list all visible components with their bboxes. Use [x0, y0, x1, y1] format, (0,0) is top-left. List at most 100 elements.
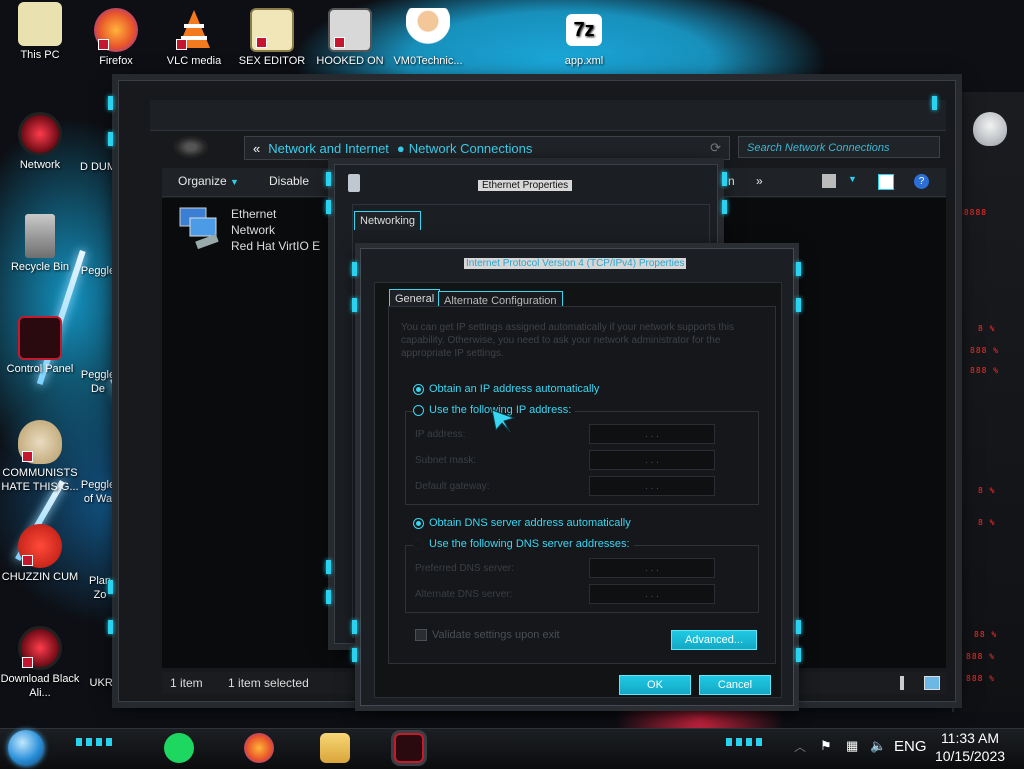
gadget-readout: 888 % — [970, 366, 1000, 375]
ipv4-description: You can get IP settings assigned automat… — [401, 322, 734, 359]
ipv4-dialog-title: Internet Protocol Version 4 (TCP/IPv4) P… — [464, 258, 687, 269]
refresh-icon[interactable]: ⟳ — [710, 140, 721, 156]
desktop-icon-label: SEX EDITOR — [238, 55, 306, 67]
desktop-icon-hooked-on[interactable]: HOOKED ON — [310, 8, 390, 68]
action-center-flag-icon[interactable]: ⚑ — [820, 738, 832, 754]
desktop-icon-label: VLC media — [166, 55, 222, 67]
more-commands-button[interactable]: » — [756, 174, 763, 188]
control-panel-icon — [18, 316, 62, 360]
ip-address-input[interactable]: . . . — [589, 424, 715, 444]
taskbar-file-explorer-icon[interactable] — [320, 733, 350, 763]
desktop-icon-partial[interactable]: D DUM — [78, 160, 118, 174]
dns-auto-label: Obtain DNS server address automatically — [429, 517, 631, 529]
disable-button[interactable]: Disable — [269, 174, 309, 188]
default-gateway-input[interactable]: . . . — [589, 476, 715, 496]
gadget-readout: 88 % — [974, 630, 998, 639]
back-chevrons[interactable]: « — [253, 141, 260, 156]
vlc-cone-icon — [172, 8, 216, 52]
mouse-cursor-icon — [491, 409, 516, 433]
taskbar-notes-app-icon[interactable] — [164, 733, 194, 763]
desktop-icon-communists[interactable]: COMMUNISTS HATE THIS G... — [0, 420, 80, 494]
search-input[interactable]: Search Network Connections — [738, 136, 940, 158]
back-forward-icon[interactable] — [174, 136, 208, 158]
tab-networking[interactable]: Networking — [354, 211, 422, 230]
ip-auto-option[interactable]: Obtain an IP address automatically — [413, 383, 599, 395]
breadcrumb-separator-icon: ● — [396, 140, 405, 156]
chevron-down-icon[interactable]: ▼ — [848, 174, 857, 184]
adapter-type: Network — [231, 223, 276, 237]
gadget-readout: 888 % — [970, 346, 1000, 355]
desktop-icon-this-pc[interactable]: This PC — [0, 2, 80, 62]
dns-auto-option[interactable]: Obtain DNS server address automatically — [413, 517, 631, 529]
desktop-icon-recycle-bin[interactable]: Recycle Bin — [0, 214, 80, 274]
taskbar-control-panel-icon[interactable] — [394, 733, 424, 763]
clock-date: 10/15/2023 — [934, 748, 1006, 764]
hooked-on-icon — [328, 8, 372, 52]
desktop-icon-peggle-de[interactable]: Peggle De — [80, 368, 116, 396]
checkbox-icon[interactable] — [415, 629, 427, 641]
address-bar[interactable]: « Network and Internet ● Network Connect… — [244, 136, 730, 160]
network-icon — [18, 112, 62, 156]
seven-zip-icon: 7z — [566, 14, 602, 46]
large-icons-view-icon[interactable] — [924, 676, 940, 690]
taskbar-decoration — [76, 738, 116, 746]
taskbar-clock[interactable]: 11:33 AM 10/15/2023 — [930, 729, 1010, 765]
volume-icon[interactable]: 🔈 — [870, 738, 886, 754]
desktop-icon-label: app.xml — [564, 55, 604, 67]
organize-button[interactable]: Organize ▼ — [178, 174, 239, 188]
desktop-icon-download-black-ali[interactable]: Download Black Ali... — [0, 626, 80, 700]
network-adapter-icon — [179, 207, 219, 250]
desktop-icon-label: Download Black Ali... — [0, 673, 80, 699]
language-indicator[interactable]: ENG — [894, 738, 927, 755]
toolbar-overflow-label[interactable]: n — [728, 174, 735, 188]
preferred-dns-input[interactable]: . . . — [589, 558, 715, 578]
subnet-mask-input[interactable]: . . . — [589, 450, 715, 470]
ethernet-dialog-title: Ethernet Properties — [478, 180, 573, 191]
network-cable-icon — [348, 174, 360, 192]
details-view-icon[interactable] — [900, 676, 904, 690]
radio-unselected-icon[interactable] — [413, 538, 424, 550]
validate-settings-option[interactable]: Validate settings upon exit — [415, 629, 560, 641]
help-icon[interactable]: ? — [914, 174, 929, 189]
start-button[interactable] — [8, 730, 44, 766]
desktop-icon-sex-editor[interactable]: SEX EDITOR — [232, 8, 312, 68]
desktop-icon-app-xml[interactable]: 7z app.xml — [544, 8, 624, 68]
desktop-icon-vm0technic[interactable]: VM0Technic... — [388, 8, 468, 68]
desktop-icon-firefox[interactable]: Firefox — [76, 8, 156, 68]
desktop-icon-control-panel[interactable]: Control Panel — [0, 316, 80, 376]
radio-unselected-icon[interactable] — [413, 404, 424, 416]
radio-selected-icon[interactable] — [413, 517, 424, 529]
validate-settings-label: Validate settings upon exit — [432, 629, 560, 641]
money-bag-icon — [18, 420, 62, 464]
cancel-button[interactable]: Cancel — [699, 675, 771, 695]
default-gateway-label: Default gateway: — [415, 481, 490, 492]
view-options-icon[interactable] — [822, 174, 836, 188]
general-tab-panel: You can get IP settings assigned automat… — [388, 306, 776, 664]
dns-manual-option[interactable]: Use the following DNS server addresses: — [413, 538, 634, 550]
ok-button[interactable]: OK — [619, 675, 691, 695]
window-titlebar[interactable] — [150, 100, 946, 131]
desktop-icon-vlc[interactable]: VLC media — [154, 8, 234, 68]
advanced-button[interactable]: Advanced... — [671, 630, 757, 650]
desktop-icon-network[interactable]: Network — [0, 112, 80, 172]
breadcrumb-network-internet[interactable]: Network and Internet — [268, 141, 389, 156]
desktop-icon-chuzzin[interactable]: CHUZZIN CUM — [0, 524, 80, 584]
chevron-down-icon: ▼ — [230, 177, 239, 187]
desktop-icon-peggle-wa[interactable]: Peggle of Wa — [80, 478, 116, 506]
alternate-dns-label: Alternate DNS server: — [415, 589, 513, 600]
preview-pane-icon[interactable] — [878, 174, 894, 190]
system-monitor-gadget — [952, 92, 1024, 712]
show-hidden-icons-icon[interactable]: ︿ — [794, 738, 806, 755]
alternate-dns-input[interactable]: . . . — [589, 584, 715, 604]
adapter-device: Red Hat VirtIO E — [231, 239, 321, 253]
breadcrumb-network-connections[interactable]: Network Connections — [409, 141, 533, 156]
network-tray-icon[interactable]: ▦ — [846, 738, 858, 754]
ethernet-adapter-item[interactable]: Ethernet Network Red Hat VirtIO E — [176, 204, 326, 256]
desktop-icon-label: HOOKED ON — [316, 55, 384, 67]
alien-download-icon — [18, 626, 62, 670]
this-pc-icon — [18, 2, 62, 46]
desktop-icon-peggle[interactable]: Peggle — [80, 264, 116, 278]
taskbar-firefox-icon[interactable] — [244, 733, 274, 763]
preferred-dns-label: Preferred DNS server: — [415, 563, 514, 574]
radio-selected-icon[interactable] — [413, 383, 424, 395]
